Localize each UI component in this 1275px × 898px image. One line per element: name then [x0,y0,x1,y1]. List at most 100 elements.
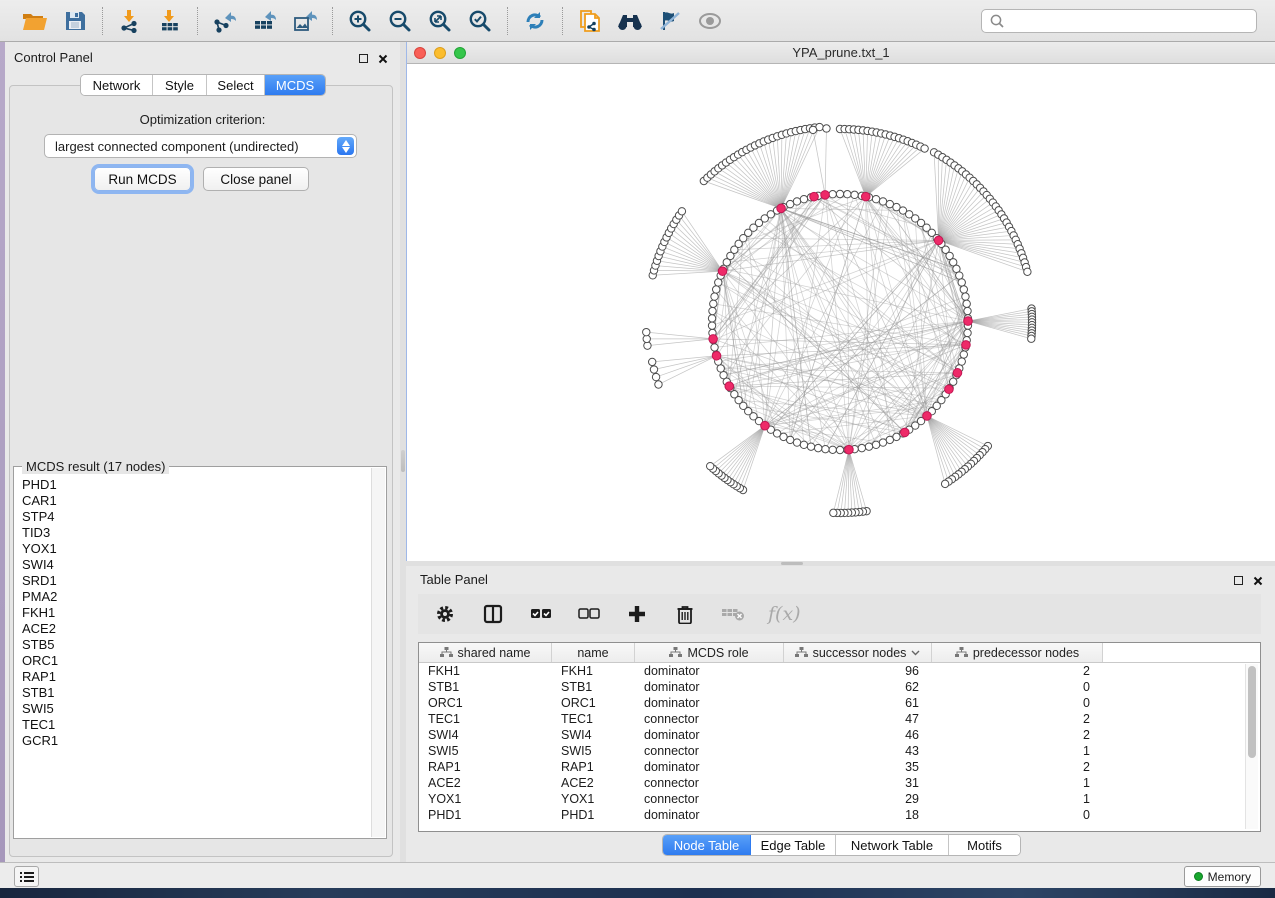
table-row[interactable]: YOX1YOX1connector291 [419,791,1260,807]
list-item[interactable]: SWI5 [22,701,371,717]
memory-button[interactable]: Memory [1184,866,1261,887]
tab-select[interactable]: Select [207,75,265,95]
tab-style[interactable]: Style [153,75,207,95]
network-node[interactable] [851,191,858,198]
network-node[interactable] [710,300,717,307]
mcds-hub-node[interactable] [934,236,943,245]
show-columns-button[interactable] [480,601,506,627]
float-panel-button[interactable] [359,51,368,66]
mcds-hub-node[interactable] [964,317,973,326]
network-node[interactable] [1024,268,1031,275]
network-node[interactable] [879,439,886,446]
network-node[interactable] [960,286,967,293]
tab-node-table[interactable]: Node Table [663,835,751,855]
list-item[interactable]: GCR1 [22,733,371,749]
close-panel-button-mcds[interactable]: Close panel [203,167,309,191]
network-node[interactable] [964,307,971,314]
network-node[interactable] [709,307,716,314]
network-node[interactable] [829,191,836,198]
network-node[interactable] [865,443,872,450]
list-item[interactable]: STB1 [22,685,371,701]
network-node[interactable] [958,279,965,286]
save-session-button[interactable] [62,8,88,34]
float-panel-button[interactable] [1234,573,1243,588]
mcds-hub-node[interactable] [923,412,932,421]
tab-network-table[interactable]: Network Table [836,835,949,855]
network-node[interactable] [715,279,722,286]
network-node[interactable] [921,145,928,152]
select-all-button[interactable] [528,601,554,627]
table-scrollbar[interactable] [1245,664,1258,829]
status-menu-button[interactable] [14,866,39,887]
network-node[interactable] [711,293,718,300]
network-node[interactable] [829,446,836,453]
list-item[interactable]: YOX1 [22,541,371,557]
table-row[interactable]: TEC1TEC1connector472 [419,711,1260,727]
network-node[interactable] [650,366,657,373]
column-header[interactable]: name [552,643,635,662]
network-node[interactable] [886,436,893,443]
network-node[interactable] [1028,335,1035,342]
mcds-hub-node[interactable] [821,191,830,200]
mcds-hub-node[interactable] [962,341,971,350]
add-column-button[interactable] [624,601,650,627]
hide-selected-button[interactable] [657,8,683,34]
network-node[interactable] [958,358,965,365]
network-node[interactable] [708,315,715,322]
list-item[interactable]: TID3 [22,525,371,541]
list-item[interactable]: FKH1 [22,605,371,621]
run-mcds-button[interactable]: Run MCDS [94,167,191,191]
mcds-hub-node[interactable] [712,351,721,360]
mcds-hub-node[interactable] [777,204,786,213]
search-input[interactable] [1006,11,1256,31]
network-node[interactable] [807,443,814,450]
table-row[interactable]: SWI5SWI5connector431 [419,743,1260,759]
network-node[interactable] [858,444,865,451]
network-node[interactable] [872,195,879,202]
list-item[interactable]: STP4 [22,509,371,525]
network-node[interactable] [962,293,969,300]
network-node[interactable] [879,198,886,205]
network-node[interactable] [964,329,971,336]
tab-mcds[interactable]: MCDS [265,75,325,95]
mcds-hub-node[interactable] [845,445,854,454]
mcds-hub-node[interactable] [945,385,954,394]
network-node[interactable] [836,190,843,197]
column-header[interactable]: predecessor nodes [932,643,1103,662]
network-node[interactable] [800,441,807,448]
list-item[interactable]: SWI4 [22,557,371,573]
table-scrollbar-thumb[interactable] [1248,666,1256,758]
network-node[interactable] [708,322,715,329]
list-item[interactable]: CAR1 [22,493,371,509]
export-network-button[interactable] [212,8,238,34]
mcds-list-scrollbar[interactable] [371,468,385,837]
network-node[interactable] [823,125,830,132]
optimization-criterion-select[interactable]: largest connected component (undirected) [44,134,357,158]
table-settings-button[interactable] [432,601,458,627]
network-window-titlebar[interactable]: YPA_prune.txt_1 [407,42,1275,64]
network-node[interactable] [713,286,720,293]
show-hidden-button[interactable] [697,8,723,34]
network-node[interactable] [648,358,655,365]
network-node[interactable] [644,342,651,349]
mcds-hub-node[interactable] [718,267,727,276]
refresh-button[interactable] [522,8,548,34]
network-node[interactable] [960,351,967,358]
tab-motifs[interactable]: Motifs [949,835,1020,855]
close-panel-button[interactable] [1253,576,1263,586]
network-node[interactable] [963,300,970,307]
mcds-result-list[interactable]: PHD1CAR1STP4TID3YOX1SWI4SRD1PMA2FKH1ACE2… [15,475,371,837]
list-item[interactable]: TEC1 [22,717,371,733]
mcds-hub-node[interactable] [810,192,819,201]
list-item[interactable]: PHD1 [22,477,371,493]
column-header[interactable]: shared name [419,643,552,662]
delete-column-button[interactable] [672,601,698,627]
table-row[interactable]: FKH1FKH1dominator962 [419,663,1260,679]
network-node[interactable] [844,191,851,198]
zoom-out-button[interactable] [387,8,413,34]
network-node[interactable] [652,373,659,380]
mcds-hub-node[interactable] [953,369,962,378]
table-row[interactable]: SWI4SWI4dominator462 [419,727,1260,743]
table-row[interactable]: PHD1PHD1dominator180 [419,807,1260,823]
tab-network[interactable]: Network [81,75,153,95]
